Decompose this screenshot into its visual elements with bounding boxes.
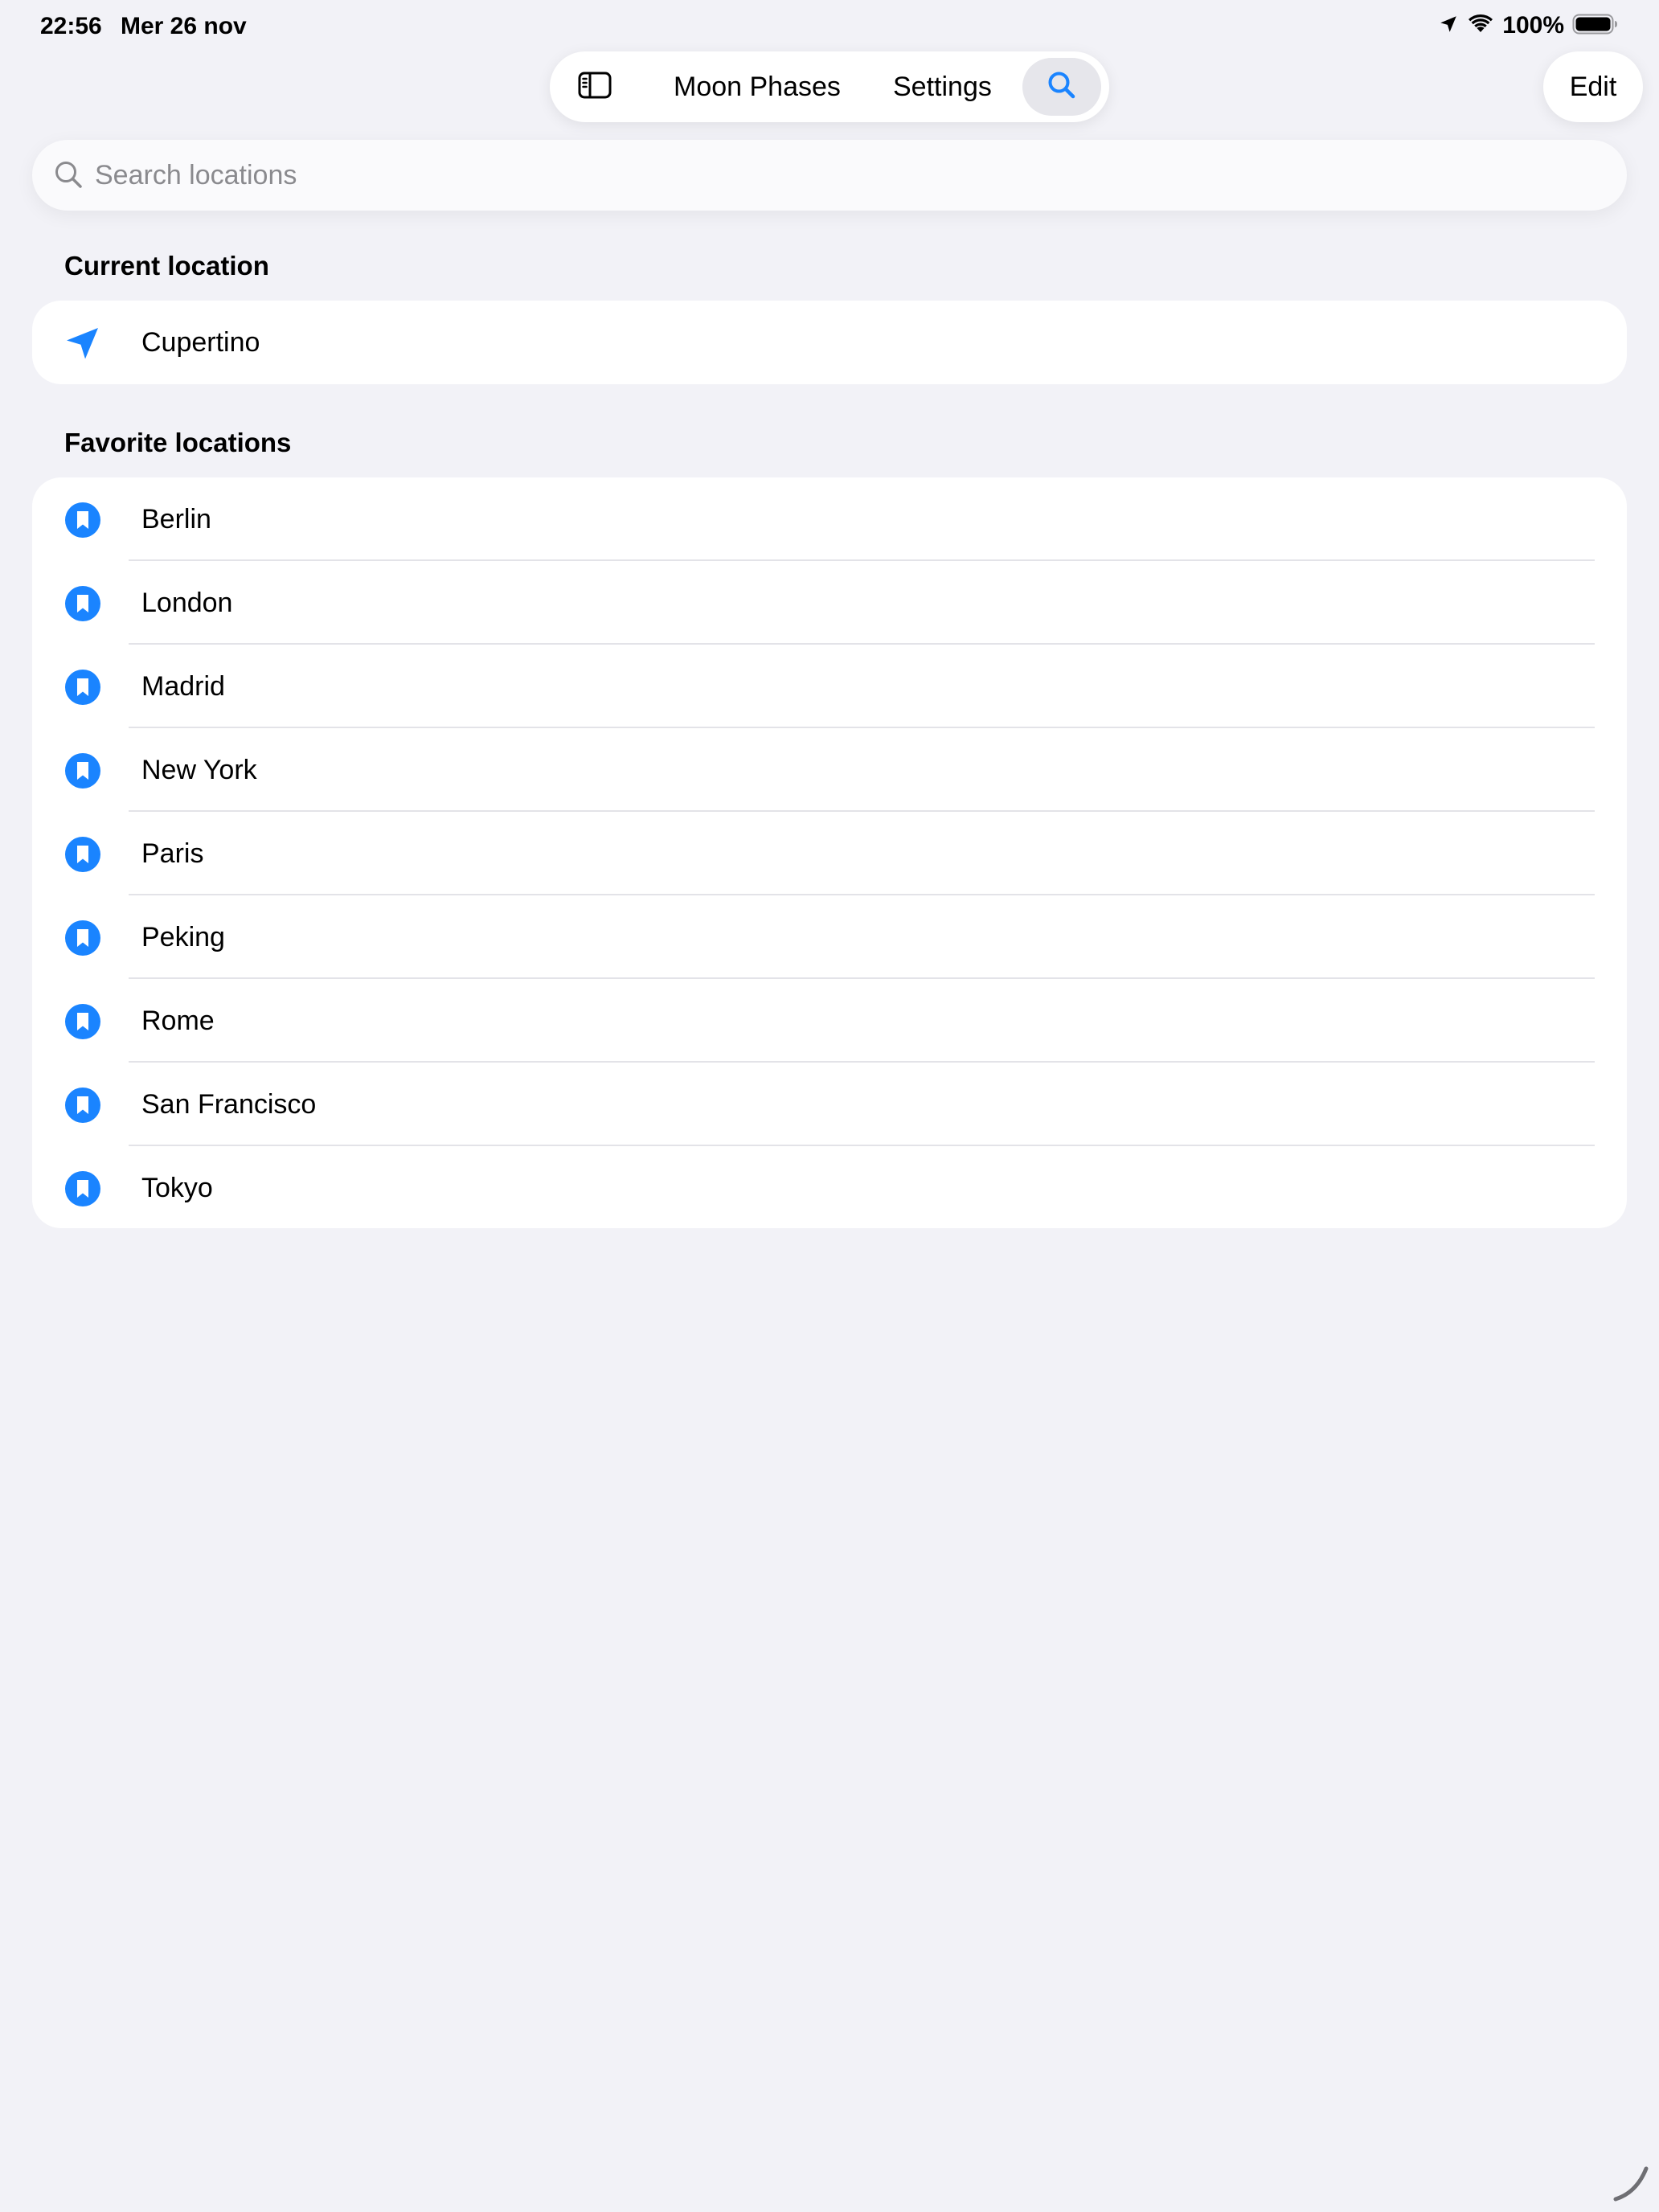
- status-time: 22:56: [40, 13, 102, 39]
- list-item[interactable]: Peking: [32, 895, 1627, 979]
- bookmark-icon: [64, 502, 101, 539]
- wifi-icon: [1467, 14, 1494, 39]
- location-arrow-icon: [1438, 14, 1459, 39]
- list-item-label: Paris: [141, 838, 204, 869]
- list-item-label: San Francisco: [141, 1088, 317, 1120]
- list-item-label: London: [141, 587, 233, 618]
- sidebar-toggle-button[interactable]: [577, 69, 612, 104]
- favorite-locations-card: Berlin London Madrid New York Paris Peki…: [32, 477, 1627, 1228]
- current-location-header: Current location: [64, 251, 269, 281]
- list-item-label: Madrid: [141, 670, 225, 702]
- list-item[interactable]: Rome: [32, 979, 1627, 1063]
- bookmark-icon: [64, 1170, 101, 1207]
- list-item-label: Peking: [141, 921, 225, 952]
- list-item-cupertino[interactable]: Cupertino: [32, 301, 1627, 384]
- battery-percent: 100%: [1502, 12, 1564, 39]
- tab-search[interactable]: [1022, 58, 1101, 116]
- list-item[interactable]: London: [32, 561, 1627, 645]
- bookmark-icon: [64, 669, 101, 706]
- resize-corner-icon: [1611, 2164, 1651, 2204]
- status-indicators: 100%: [1438, 11, 1619, 40]
- list-item[interactable]: Tokyo: [32, 1146, 1627, 1228]
- search-input[interactable]: [95, 140, 1590, 211]
- search-icon: [1047, 70, 1077, 104]
- tab-bar: Moon Phases Settings: [550, 51, 1109, 122]
- current-location-card: Cupertino: [32, 301, 1627, 384]
- list-item[interactable]: Madrid: [32, 645, 1627, 728]
- tab-settings[interactable]: Settings: [893, 51, 992, 122]
- list-item[interactable]: Paris: [32, 812, 1627, 895]
- favorite-locations-header: Favorite locations: [64, 428, 292, 457]
- sidebar-toggle-icon: [578, 72, 612, 103]
- search-icon: [53, 159, 85, 191]
- bookmark-icon: [64, 920, 101, 956]
- list-item-label: Berlin: [141, 503, 211, 535]
- list-item-label: Rome: [141, 1005, 215, 1036]
- edit-button[interactable]: Edit: [1543, 51, 1643, 122]
- bookmark-icon: [64, 1003, 101, 1040]
- list-item[interactable]: San Francisco: [32, 1063, 1627, 1146]
- bookmark-icon: [64, 836, 101, 873]
- list-item-label: Cupertino: [141, 326, 260, 358]
- status-bar: 22:56 Mer 26 nov 100%: [0, 0, 1659, 51]
- battery-icon: [1572, 13, 1619, 39]
- bookmark-icon: [64, 1087, 101, 1124]
- list-item-label: New York: [141, 754, 257, 785]
- list-item[interactable]: Berlin: [32, 477, 1627, 561]
- status-date: Mer 26 nov: [121, 13, 247, 39]
- tab-moon-phases[interactable]: Moon Phases: [674, 51, 841, 122]
- location-arrow-icon: [64, 325, 101, 362]
- bookmark-icon: [64, 752, 101, 789]
- list-item-label: Tokyo: [141, 1172, 213, 1203]
- list-item[interactable]: New York: [32, 728, 1627, 812]
- bookmark-icon: [64, 585, 101, 622]
- search-bar: [32, 140, 1627, 211]
